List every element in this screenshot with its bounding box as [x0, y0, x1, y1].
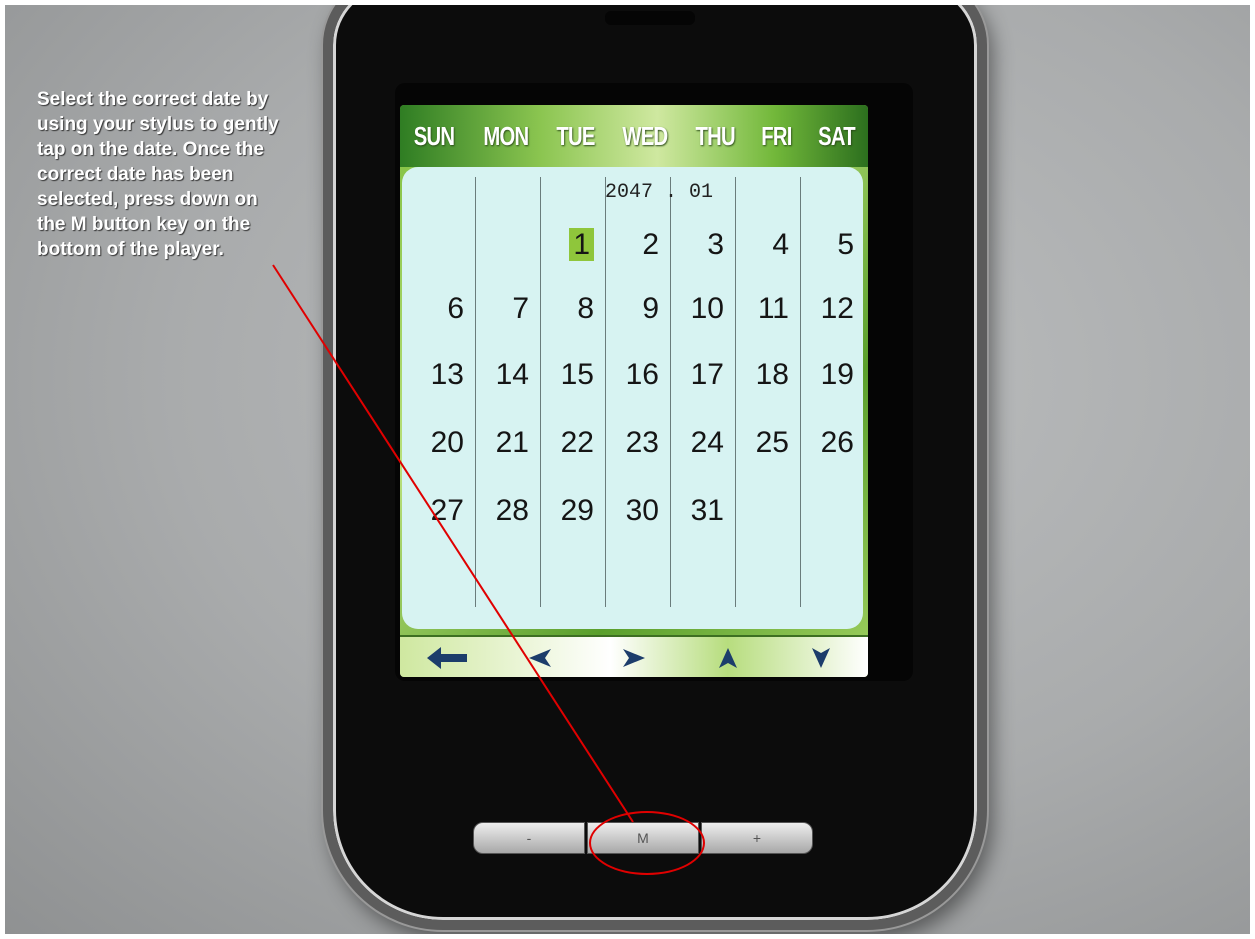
device-photo: SUN MON TUE WED THU FRI SAT 1 2 3 4 5 6 7 8 9 10 1… [5, 5, 1250, 934]
annotation-pointer-line [272, 264, 634, 823]
